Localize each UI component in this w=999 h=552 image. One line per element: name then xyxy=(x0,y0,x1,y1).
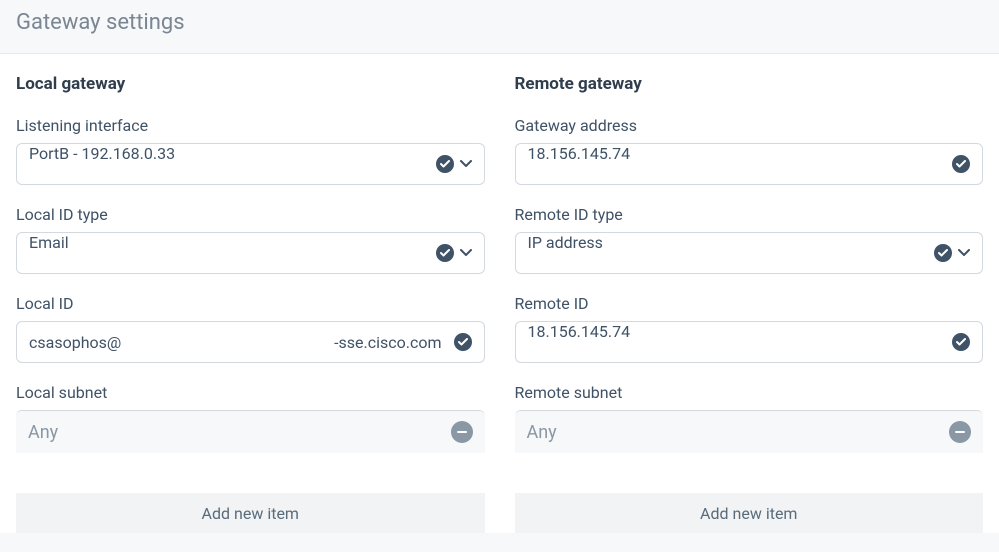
list-item: Any xyxy=(515,411,984,453)
local-gateway-title: Local gateway xyxy=(16,74,485,94)
gateway-address-label: Gateway address xyxy=(515,116,984,135)
minus-icon xyxy=(457,431,467,433)
listening-interface-field: Listening interface PortB - 192.168.0.33 xyxy=(16,116,485,185)
local-id-value-right: -sse.cisco.com xyxy=(131,333,441,352)
gateway-address-value: 18.156.145.74 xyxy=(528,144,953,184)
remote-id-type-label: Remote ID type xyxy=(515,205,984,224)
check-circle-icon xyxy=(952,155,970,173)
listening-interface-value: PortB - 192.168.0.33 xyxy=(29,144,436,184)
remote-id-type-field: Remote ID type IP address xyxy=(515,205,984,274)
remote-gateway-title: Remote gateway xyxy=(515,74,984,94)
remote-subnet-field: Remote subnet Any Add new item xyxy=(515,383,984,533)
gateway-address-input[interactable]: 18.156.145.74 xyxy=(515,143,984,185)
check-circle-icon xyxy=(436,244,454,262)
local-id-value-left: csasophos@ xyxy=(29,333,121,352)
local-subnet-label: Local subnet xyxy=(16,383,485,402)
remote-id-input[interactable]: 18.156.145.74 xyxy=(515,321,984,363)
add-local-subnet-button[interactable]: Add new item xyxy=(16,493,485,533)
check-circle-icon xyxy=(436,155,454,173)
remote-id-label: Remote ID xyxy=(515,294,984,313)
local-id-type-value: Email xyxy=(29,233,436,273)
check-circle-icon xyxy=(934,244,952,262)
check-circle-icon xyxy=(952,333,970,351)
remove-item-button[interactable] xyxy=(451,421,473,443)
local-id-type-label: Local ID type xyxy=(16,205,485,224)
remote-subnet-box: Any Add new item xyxy=(515,410,984,533)
chevron-down-icon xyxy=(460,249,472,257)
remote-id-type-select[interactable]: IP address xyxy=(515,232,984,274)
local-id-type-select[interactable]: Email xyxy=(16,232,485,274)
local-id-label: Local ID xyxy=(16,294,485,313)
minus-icon xyxy=(955,431,965,433)
remote-gateway-column: Remote gateway Gateway address 18.156.14… xyxy=(515,74,984,533)
subnet-spacer xyxy=(515,453,984,493)
local-id-field: Local ID csasophos@ -sse.cisco.com xyxy=(16,294,485,363)
chevron-down-icon xyxy=(958,249,970,257)
remote-id-field: Remote ID 18.156.145.74 xyxy=(515,294,984,363)
check-circle-icon xyxy=(454,333,472,351)
add-remote-subnet-button[interactable]: Add new item xyxy=(515,493,984,533)
gateway-address-field: Gateway address 18.156.145.74 xyxy=(515,116,984,185)
page-title: Gateway settings xyxy=(0,0,999,53)
list-item: Any xyxy=(16,411,485,453)
remote-id-value: 18.156.145.74 xyxy=(528,322,953,362)
remote-id-type-value: IP address xyxy=(528,233,935,273)
subnet-spacer xyxy=(16,453,485,493)
remote-subnet-label: Remote subnet xyxy=(515,383,984,402)
local-gateway-column: Local gateway Listening interface PortB … xyxy=(16,74,485,533)
chevron-down-icon xyxy=(460,160,472,168)
local-id-input[interactable]: csasophos@ -sse.cisco.com xyxy=(16,321,485,363)
local-id-type-field: Local ID type Email xyxy=(16,205,485,274)
gateway-settings-panel: Local gateway Listening interface PortB … xyxy=(0,53,999,533)
local-subnet-item: Any xyxy=(28,422,451,443)
local-subnet-field: Local subnet Any Add new item xyxy=(16,383,485,533)
listening-interface-select[interactable]: PortB - 192.168.0.33 xyxy=(16,143,485,185)
remove-item-button[interactable] xyxy=(949,421,971,443)
remote-subnet-item: Any xyxy=(527,422,950,443)
local-subnet-box: Any Add new item xyxy=(16,410,485,533)
listening-interface-label: Listening interface xyxy=(16,116,485,135)
